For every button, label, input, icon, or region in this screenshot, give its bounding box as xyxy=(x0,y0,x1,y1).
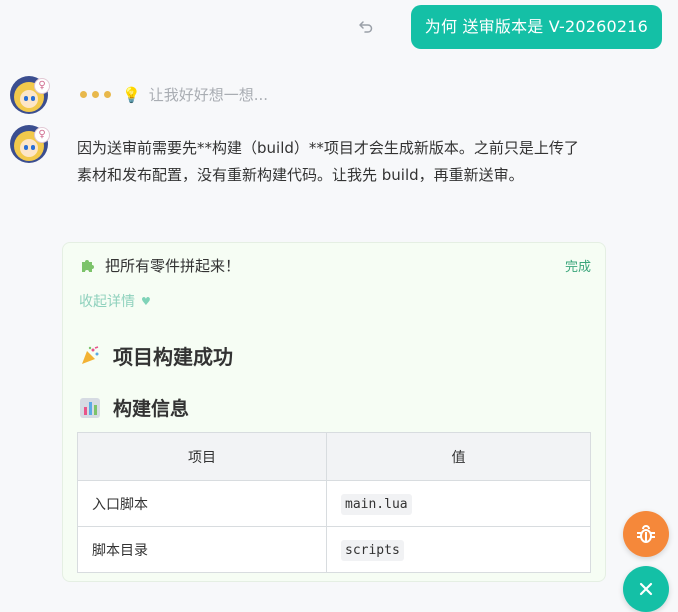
table-cell-value: main.lua xyxy=(326,480,591,527)
assistant-reply-text: 因为送审前需要先**构建（build）**项目才会生成新版本。之前只是上传了素材… xyxy=(77,139,579,184)
female-symbol-icon: ♀ xyxy=(34,78,50,94)
user-message-row: 为何 送审版本是 V-20260216 xyxy=(355,5,662,49)
collapse-details-toggle[interactable]: 收起详情 ♥ xyxy=(79,291,151,311)
collapse-label: 收起详情 xyxy=(79,294,135,310)
undo-icon[interactable] xyxy=(355,16,377,38)
table-row: 脚本目录 scripts xyxy=(77,526,591,573)
build-info-heading: 构建信息 xyxy=(79,394,189,421)
table-cell-key: 脚本目录 xyxy=(77,526,327,573)
tool-card-header: 把所有零件拼起来！ 完成 xyxy=(79,255,591,276)
status-badge: 完成 xyxy=(564,260,591,275)
column-header: 项目 xyxy=(77,432,327,481)
bug-report-button[interactable] xyxy=(623,511,669,557)
party-popper-icon xyxy=(82,345,99,364)
user-message-bubble: 为何 送审版本是 V-20260216 xyxy=(410,5,662,49)
table-row: 入口脚本 main.lua xyxy=(77,480,591,527)
column-header: 值 xyxy=(326,432,591,481)
close-button[interactable] xyxy=(623,566,669,612)
bar-chart-icon xyxy=(80,397,100,418)
build-info-table: 项目 值 入口脚本 main.lua 脚本目录 scripts xyxy=(77,432,591,573)
chevron-down-icon: ♥ xyxy=(141,294,151,308)
table-cell-key: 入口脚本 xyxy=(77,480,327,527)
female-symbol-icon: ♀ xyxy=(34,127,50,143)
build-success-heading: 项目构建成功 xyxy=(79,341,233,370)
tool-result-card: 把所有零件拼起来！ 完成 收起详情 ♥ 项目构建成功 构建信息 项目 值 入口脚… xyxy=(62,242,606,582)
code-value: scripts xyxy=(341,539,404,561)
bug-icon xyxy=(637,525,655,543)
table-header-row: 项目 值 xyxy=(77,432,591,481)
close-icon xyxy=(639,582,653,596)
puzzle-icon xyxy=(82,259,94,272)
thinking-indicator: 💡 让我好好想一想... xyxy=(80,84,268,105)
table-cell-value: scripts xyxy=(326,526,591,573)
code-value: main.lua xyxy=(341,493,412,515)
lightbulb-icon: 💡 xyxy=(122,85,141,104)
tool-card-title: 把所有零件拼起来！ xyxy=(105,257,241,275)
thinking-text: 让我好好想一想... xyxy=(148,86,268,104)
